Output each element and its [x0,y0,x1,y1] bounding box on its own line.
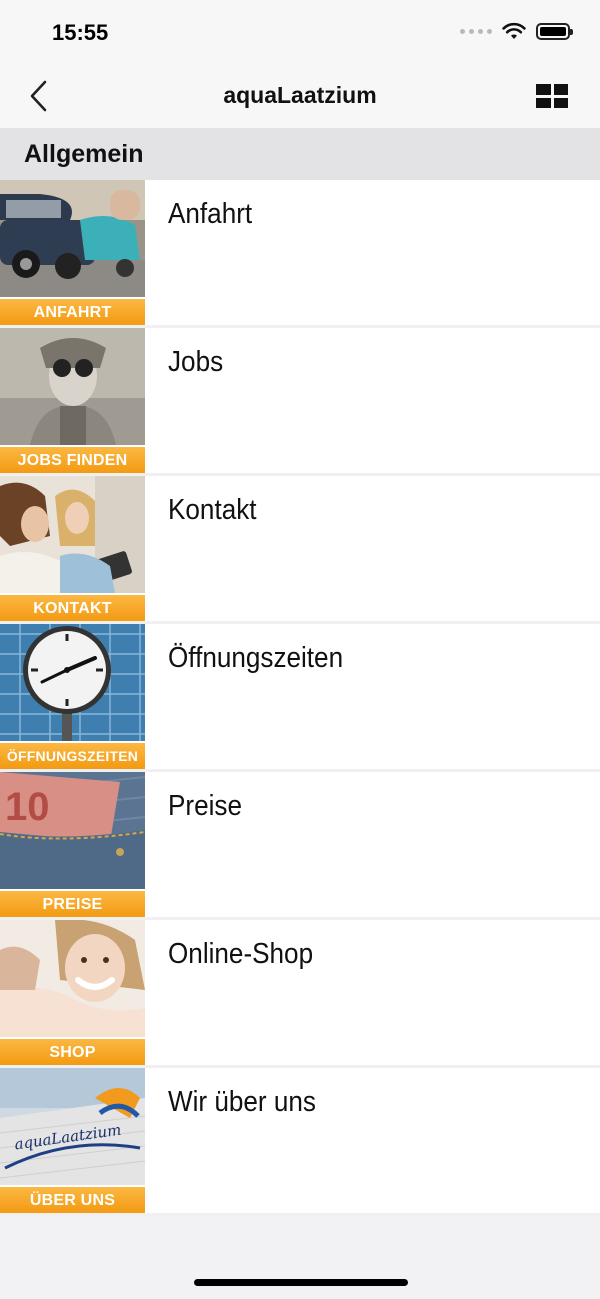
list-item-online-shop[interactable]: SHOP Online-Shop [0,920,600,1068]
status-icons [460,22,573,40]
thumbnail-band: ANFAHRT [0,297,145,325]
home-indicator[interactable] [194,1279,408,1286]
status-time: 15:55 [52,20,109,45]
list-item-jobs[interactable]: JOBS FINDEN Jobs [0,328,600,476]
status-bar: 15:55 [0,0,600,62]
station-clock-photo [0,624,145,741]
page-title: aquaLaatzium [223,82,377,108]
thumbnail: ÖFFNUNGSZEITEN [0,624,145,769]
list-item-label: Online-Shop [168,938,314,970]
wifi-icon [502,22,526,39]
list-item-label: Öffnungszeiten [168,642,344,674]
navigation-bar: aquaLaatzium [0,62,600,128]
thumbnail-band: SHOP [0,1037,145,1065]
thumbnail: aquaLaatzium ÜBER UNS [0,1068,145,1213]
thumbnail: SHOP [0,920,145,1065]
thumbnail-band: ÖFFNUNGSZEITEN [0,741,145,769]
smiling-girl-hug-photo [0,920,145,1037]
list-item-preise[interactable]: 10 PREISE Preise [0,772,600,920]
menu-list: ANFAHRT Anfahrt JOBS FINDEN Jobs KONTAKT… [0,180,600,1216]
list-item-label: Jobs [168,346,224,378]
svg-text:10: 10 [5,785,50,829]
list-item-anfahrt[interactable]: ANFAHRT Anfahrt [0,180,600,328]
thumbnail-band: JOBS FINDEN [0,445,145,473]
car-scooter-photo [0,180,145,297]
women-tablet-photo [0,476,145,593]
list-item-label: Kontakt [168,494,257,526]
euro-banknote-jeans-photo: 10 [0,772,145,889]
thumbnail: JOBS FINDEN [0,328,145,473]
thumbnail: KONTAKT [0,476,145,621]
thumbnail: 10 PREISE [0,772,145,917]
thumbnail: ANFAHRT [0,180,145,325]
grid-icon [536,84,551,95]
list-item-label: Anfahrt [168,198,253,230]
battery-icon [536,22,573,40]
section-title: Allgemein [24,140,144,168]
signal-dots-icon [460,28,492,34]
thumbnail-band: ÜBER UNS [0,1185,145,1213]
woman-binoculars-photo [0,328,145,445]
section-header: Allgemein [0,128,600,180]
list-item-label: Wir über uns [168,1086,316,1118]
list-item-wir-ueber-uns[interactable]: aquaLaatzium ÜBER UNS Wir über uns [0,1068,600,1216]
list-item-label: Preise [168,790,242,822]
thumbnail-band: PREISE [0,889,145,917]
grid-view-button[interactable] [536,84,568,108]
list-item-oeffnungszeiten[interactable]: ÖFFNUNGSZEITEN Öffnungszeiten [0,624,600,772]
thumbnail-band: KONTAKT [0,593,145,621]
list-item-kontakt[interactable]: KONTAKT Kontakt [0,476,600,624]
